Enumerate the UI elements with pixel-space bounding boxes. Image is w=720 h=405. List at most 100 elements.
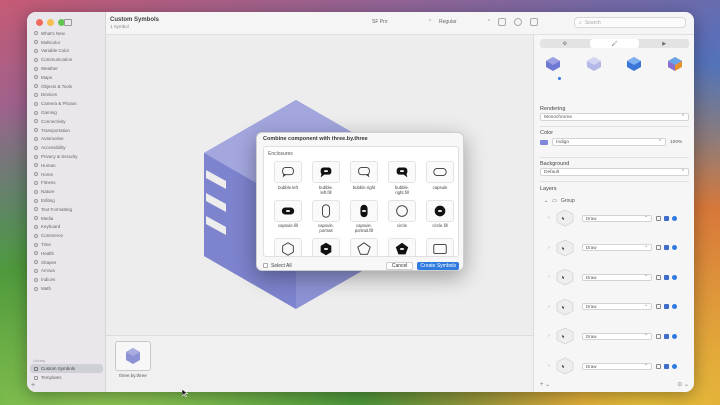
layer-visibility-icon[interactable] <box>672 215 677 221</box>
gallery-view-icon[interactable] <box>530 18 538 26</box>
monochrome-mode-button[interactable] <box>544 55 562 73</box>
chevron-right-icon[interactable]: › <box>548 274 553 280</box>
font-selector[interactable]: SF Pro ⌃ <box>372 19 432 25</box>
sidebar-item[interactable]: Weather <box>27 64 106 73</box>
enclosure-tile[interactable] <box>312 199 340 222</box>
layer-mode-select[interactable]: Draw ⌃ <box>582 303 652 311</box>
sidebar-item[interactable]: Human <box>27 161 106 170</box>
enclosure-item[interactable]: bubble. left.fill <box>307 161 345 196</box>
sidebar-item[interactable]: Nature <box>27 187 106 196</box>
sidebar-item[interactable]: Privacy & Security <box>27 152 106 161</box>
enclosure-tile[interactable] <box>350 161 378 183</box>
sidebar-item[interactable]: Automotive <box>27 135 106 144</box>
chevron-right-icon[interactable]: › <box>548 304 553 310</box>
layer-row[interactable]: › Draw ⌃ <box>548 325 690 347</box>
sidebar-item[interactable]: Gaming <box>27 108 106 117</box>
layer-visibility-icon[interactable] <box>672 304 677 310</box>
enclosure-item[interactable] <box>421 238 458 256</box>
chevron-right-icon[interactable]: › <box>548 215 553 221</box>
layer-row[interactable]: › Draw ⌃ <box>548 237 690 259</box>
sidebar-item[interactable]: Arrows <box>27 267 106 276</box>
layer-mode-select[interactable]: Draw ⌃ <box>582 332 652 340</box>
list-view-icon[interactable] <box>514 18 522 26</box>
chevron-right-icon[interactable]: › <box>548 245 553 251</box>
enclosure-tile[interactable] <box>388 161 416 183</box>
hierarchical-mode-button[interactable] <box>585 55 603 73</box>
sidebar-item-custom-symbols[interactable]: Custom Symbols <box>30 364 103 373</box>
sidebar-item[interactable]: Fitness <box>27 179 106 188</box>
sidebar-item[interactable]: Connectivity <box>27 117 106 126</box>
layer-duplicate-icon[interactable] <box>656 333 661 339</box>
enclosure-tile[interactable] <box>388 238 416 256</box>
sidebar-item[interactable]: Indices <box>27 275 106 284</box>
sidebar-item-templates[interactable]: Templates <box>34 375 62 380</box>
layer-color-icon[interactable] <box>664 333 669 339</box>
enclosure-tile[interactable] <box>312 161 340 183</box>
sidebar-item[interactable]: What's New <box>27 29 106 38</box>
grid-view-icon[interactable] <box>498 18 506 26</box>
color-swatch[interactable] <box>540 139 548 145</box>
enclosure-item[interactable] <box>269 238 307 256</box>
multicolor-mode-button[interactable] <box>666 55 684 73</box>
sidebar-item[interactable]: Variable Color <box>27 47 106 56</box>
rendering-select[interactable]: Monochrome ⌃ <box>540 113 689 121</box>
layer-color-icon[interactable] <box>664 274 669 280</box>
layer-duplicate-icon[interactable] <box>656 363 661 369</box>
enclosure-item[interactable]: capsule <box>421 161 458 196</box>
layer-visibility-icon[interactable] <box>672 363 677 369</box>
enclosure-item[interactable]: capsule. portrait.fill <box>345 199 383 235</box>
select-all-checkbox[interactable] <box>263 263 268 268</box>
sidebar-item[interactable]: Transportation <box>27 126 106 135</box>
minimize-window-button[interactable] <box>47 19 54 26</box>
palette-mode-button[interactable] <box>625 55 643 73</box>
sidebar-item[interactable]: Devices <box>27 91 106 100</box>
enclosure-tile[interactable] <box>388 199 416 222</box>
sidebar-item[interactable]: Text Formatting <box>27 205 106 214</box>
sidebar-item[interactable]: Camera & Photos <box>27 99 106 108</box>
enclosure-item[interactable]: bubble. right.fill <box>383 161 421 196</box>
layer-mode-select[interactable]: Draw ⌃ <box>582 244 652 252</box>
enclosure-tile[interactable] <box>274 238 302 256</box>
enclosure-tile[interactable] <box>426 199 454 222</box>
search-field[interactable]: ⌕ Search <box>574 17 686 28</box>
enclosure-item[interactable] <box>307 238 345 256</box>
tab-animation[interactable]: ▶ <box>639 39 689 48</box>
layer-mode-select[interactable]: Draw ⌃ <box>582 214 652 222</box>
sidebar-item[interactable]: Editing <box>27 196 106 205</box>
layer-duplicate-icon[interactable] <box>656 215 661 221</box>
layer-color-icon[interactable] <box>664 245 669 251</box>
layer-color-icon[interactable] <box>664 363 669 369</box>
chevron-right-icon[interactable]: › <box>548 333 553 339</box>
sidebar-item[interactable]: Communication <box>27 55 106 64</box>
sidebar-item[interactable]: Shapes <box>27 258 106 267</box>
tab-settings[interactable]: ⚙ <box>540 39 590 48</box>
layer-row[interactable]: › Draw ⌃ <box>548 207 690 229</box>
sidebar-toggle-icon[interactable] <box>64 19 72 26</box>
background-select[interactable]: Default ⌃ <box>540 168 689 176</box>
sidebar-item[interactable]: Keyboard <box>27 223 106 232</box>
sidebar-item[interactable]: Commerce <box>27 231 106 240</box>
weight-selector[interactable]: Regular ⌃ <box>439 19 491 25</box>
sidebar-item[interactable]: Objects & Tools <box>27 82 106 91</box>
layer-row[interactable]: › Draw ⌃ <box>548 266 690 288</box>
sidebar-item[interactable]: Math <box>27 284 106 293</box>
layer-row[interactable]: › Draw ⌃ <box>548 355 690 377</box>
color-select[interactable]: Indigo ⌃ <box>552 138 666 146</box>
enclosure-item[interactable]: circle.fill <box>421 199 458 235</box>
layer-color-icon[interactable] <box>664 215 669 221</box>
layer-group-row[interactable]: ⌄ ▭ Group <box>544 198 575 204</box>
enclosure-tile[interactable] <box>350 238 378 256</box>
sidebar-item[interactable]: Media <box>27 214 106 223</box>
layer-mode-select[interactable]: Draw ⌃ <box>582 362 652 370</box>
color-opacity[interactable]: 100% <box>670 140 682 145</box>
sidebar-item[interactable]: Multicolor <box>27 38 106 47</box>
enclosure-item[interactable]: bubble.left <box>269 161 307 196</box>
layer-color-icon[interactable] <box>664 304 669 310</box>
enclosure-item[interactable] <box>345 238 383 256</box>
create-symbols-button[interactable]: Create Symbols <box>417 261 459 270</box>
enclosure-item[interactable]: capsule.fill <box>269 199 307 235</box>
tab-style[interactable]: 🖌 <box>589 39 640 48</box>
layer-visibility-icon[interactable] <box>672 333 677 339</box>
layer-duplicate-icon[interactable] <box>656 304 661 310</box>
sidebar-item[interactable]: Health <box>27 249 106 258</box>
